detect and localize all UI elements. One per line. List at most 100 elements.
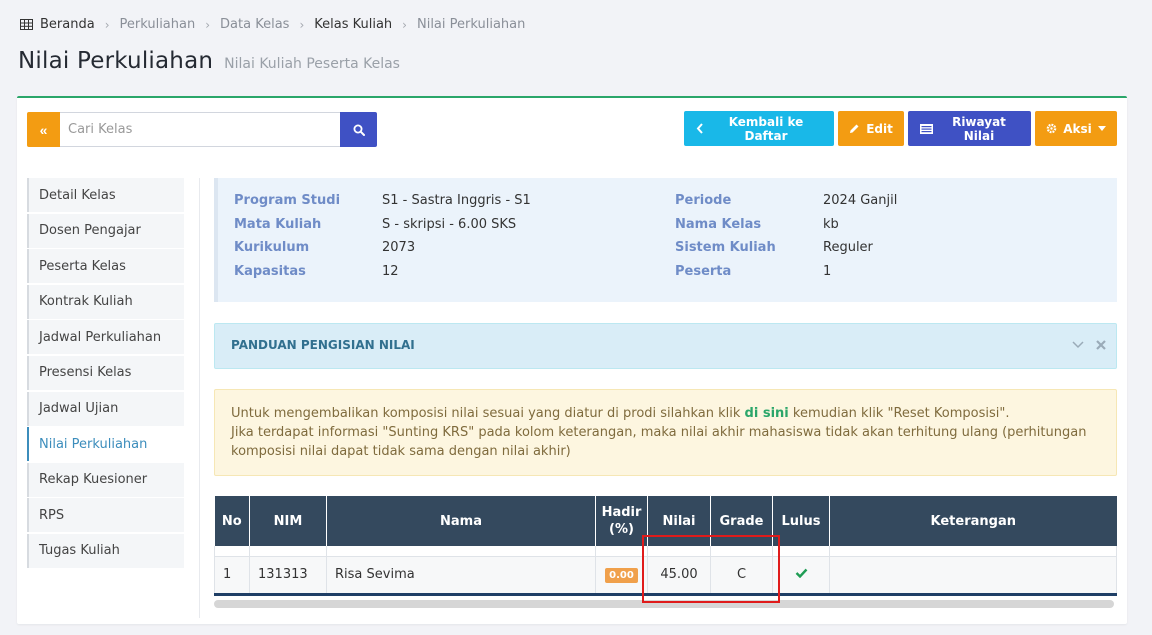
- spacer-cell: [214, 546, 250, 557]
- spacer-cell: [249, 546, 327, 557]
- chevron-left-icon: [696, 123, 704, 134]
- chevron-down-icon[interactable]: [1072, 341, 1084, 349]
- check-icon: [795, 568, 807, 579]
- spacer-cell: [772, 546, 830, 557]
- content-divider: [199, 178, 200, 618]
- col-hadir-unit: (%): [609, 522, 634, 537]
- sidebar-item-detail-kelas[interactable]: Detail Kelas: [27, 178, 184, 212]
- info-value: 2024 Ganjil: [823, 193, 898, 208]
- sidebar-item-kontrak-kuliah[interactable]: Kontrak Kuliah: [27, 284, 184, 319]
- table-icon: [20, 19, 33, 30]
- spacer-cell: [326, 546, 596, 557]
- pencil-icon: [849, 123, 860, 134]
- close-icon[interactable]: [1096, 340, 1106, 350]
- info-value: 12: [382, 264, 399, 279]
- notice-text: kemudian klik "Reset Komposisi".: [788, 406, 1010, 421]
- back-to-list-button[interactable]: Kembali ke Daftar: [684, 111, 834, 146]
- chevron-right-icon: ›: [299, 17, 305, 32]
- list-icon: [920, 123, 933, 134]
- cell-lulus: [772, 555, 830, 594]
- gear-icon: [1046, 123, 1057, 134]
- class-sidebar: Detail Kelas Dosen Pengajar Peserta Kela…: [27, 178, 184, 570]
- breadcrumb-perkuliahan[interactable]: Perkuliahan: [120, 17, 196, 32]
- col-hadir-label: Hadir: [601, 505, 642, 520]
- info-value: S - skripsi - 6.00 SKS: [382, 217, 517, 232]
- sidebar-item-tugas-kuliah[interactable]: Tugas Kuliah: [27, 533, 184, 568]
- cell-keterangan: [829, 555, 1117, 594]
- action-buttons: Kembali ke Daftar Edit Riwayat Nilai Aks…: [680, 111, 1117, 146]
- spacer-cell: [829, 546, 1117, 557]
- grading-guide-panel[interactable]: PANDUAN PENGISIAN NILAI: [214, 323, 1117, 369]
- edit-button[interactable]: Edit: [838, 111, 904, 146]
- cell-nim: 131313: [249, 555, 327, 594]
- info-label: Program Studi: [234, 193, 341, 208]
- cell-no: 1: [214, 555, 250, 594]
- col-no: No: [214, 496, 250, 546]
- sidebar-item-rekap-kuesioner[interactable]: Rekap Kuesioner: [27, 462, 184, 497]
- sidebar-item-dosen-pengajar[interactable]: Dosen Pengajar: [27, 213, 184, 248]
- breadcrumb-nilai-perkuliahan: Nilai Perkuliahan: [416, 17, 526, 32]
- info-label: Sistem Kuliah: [675, 240, 776, 255]
- sidebar-item-jadwal-perkuliahan[interactable]: Jadwal Perkuliahan: [27, 320, 184, 355]
- grade-history-button[interactable]: Riwayat Nilai: [908, 111, 1031, 146]
- breadcrumb-data-kelas[interactable]: Data Kelas: [220, 17, 289, 32]
- info-label: Kurikulum: [234, 240, 310, 255]
- info-nama-kelas: Nama Kelas kb: [675, 217, 839, 232]
- info-label: Periode: [675, 193, 732, 208]
- info-kurikulum: Kurikulum 2073: [234, 240, 415, 255]
- breadcrumb-beranda[interactable]: Beranda: [40, 17, 95, 32]
- info-mata-kuliah: Mata Kuliah S - skripsi - 6.00 SKS: [234, 217, 516, 232]
- info-program-studi: Program Studi S1 - Sastra Inggris - S1: [234, 193, 531, 208]
- info-value: 1: [823, 264, 832, 279]
- page-subtitle: Nilai Kuliah Peserta Kelas: [224, 56, 400, 72]
- sidebar-item-nilai-perkuliahan[interactable]: Nilai Perkuliahan: [27, 427, 184, 462]
- info-value: 2073: [382, 240, 416, 255]
- guide-title: PANDUAN PENGISIAN NILAI: [231, 338, 415, 352]
- notice-text: Untuk mengembalikan komposisi nilai sesu…: [231, 406, 745, 421]
- col-nama: Nama: [326, 496, 596, 546]
- page-header: Nilai Perkuliahan Nilai Kuliah Peserta K…: [18, 48, 400, 74]
- search-icon: [353, 124, 365, 136]
- col-hadir: Hadir (%): [595, 496, 648, 546]
- search-button[interactable]: [340, 112, 377, 147]
- info-kapasitas: Kapasitas 12: [234, 264, 399, 279]
- toolbar: « Kembali ke Daftar Edit: [27, 110, 1117, 147]
- actions-dropdown-button[interactable]: Aksi: [1035, 111, 1117, 146]
- main-card: « Kembali ke Daftar Edit: [17, 96, 1127, 624]
- info-sistem-kuliah: Sistem Kuliah Reguler: [675, 240, 873, 255]
- info-label: Mata Kuliah: [234, 217, 322, 232]
- sidebar-item-jadwal-ujian[interactable]: Jadwal Ujian: [27, 391, 184, 426]
- col-lulus: Lulus: [772, 496, 830, 546]
- search-class-input[interactable]: [60, 112, 341, 147]
- col-keterangan: Keterangan: [829, 496, 1117, 546]
- sidebar-item-presensi-kelas[interactable]: Presensi Kelas: [27, 355, 184, 390]
- info-label: Kapasitas: [234, 264, 306, 279]
- breadcrumb-kelas-kuliah[interactable]: Kelas Kuliah: [314, 17, 392, 32]
- info-peserta: Peserta 1: [675, 264, 831, 279]
- caret-down-icon: [1097, 126, 1106, 131]
- class-info-panel: Program Studi S1 - Sastra Inggris - S1 M…: [214, 178, 1117, 302]
- chevron-right-icon: ›: [402, 17, 407, 32]
- info-value: S1 - Sastra Inggris - S1: [382, 193, 531, 208]
- cell-hadir: 0.00: [595, 555, 648, 594]
- info-label: Nama Kelas: [675, 217, 762, 232]
- chevron-right-icon: ›: [205, 17, 211, 32]
- sidebar-item-peserta-kelas[interactable]: Peserta Kelas: [27, 249, 184, 284]
- cell-nama: Risa Sevima: [326, 555, 596, 594]
- chevron-right-icon: ›: [104, 17, 110, 32]
- info-periode: Periode 2024 Ganjil: [675, 193, 897, 208]
- info-value: kb: [823, 217, 839, 232]
- sidebar-item-rps[interactable]: RPS: [27, 498, 184, 533]
- spacer-cell: [595, 546, 648, 557]
- page-title: Nilai Perkuliahan: [18, 48, 214, 74]
- col-nim: NIM: [249, 496, 327, 546]
- grade-highlight-box: [642, 535, 780, 603]
- composition-notice: Untuk mengembalikan komposisi nilai sesu…: [214, 389, 1117, 476]
- grade-history-label: Riwayat Nilai: [952, 114, 1006, 143]
- info-value: Reguler: [823, 240, 873, 255]
- info-label: Peserta: [675, 264, 732, 279]
- collapse-sidebar-button[interactable]: «: [27, 112, 60, 147]
- reset-composition-link[interactable]: di sini: [745, 406, 789, 421]
- guide-tools: [1072, 340, 1106, 350]
- edit-label: Edit: [866, 121, 893, 136]
